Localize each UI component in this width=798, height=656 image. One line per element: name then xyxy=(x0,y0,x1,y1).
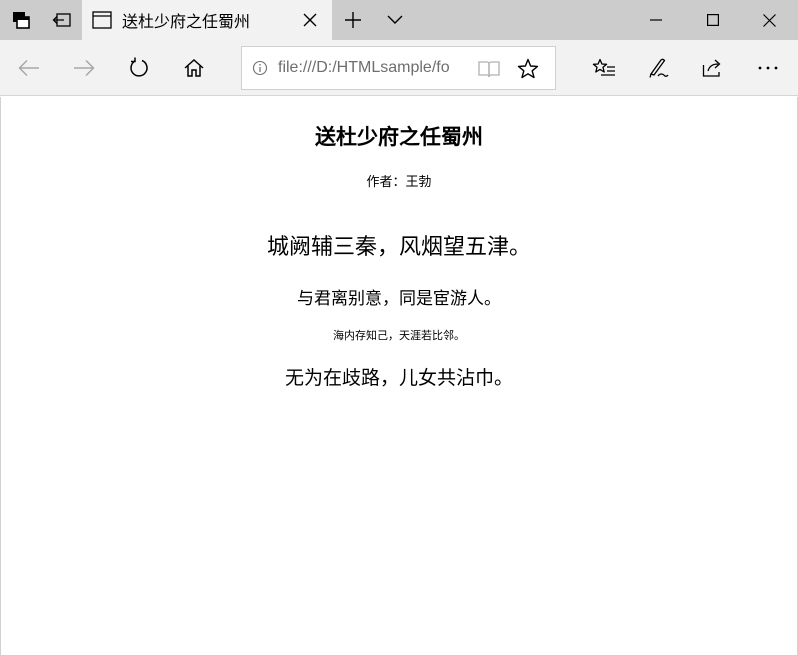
close-window-button[interactable] xyxy=(741,0,798,40)
plus-icon xyxy=(345,12,361,28)
home-button[interactable] xyxy=(167,40,221,96)
favorite-button[interactable] xyxy=(514,57,542,81)
pen-icon xyxy=(649,58,669,78)
active-tab[interactable]: 送杜少府之任蜀州 xyxy=(82,0,332,40)
share-button[interactable] xyxy=(686,40,740,96)
minimize-button[interactable] xyxy=(627,0,684,40)
page-icon xyxy=(92,10,112,30)
titlebar-drag-area[interactable] xyxy=(416,0,627,40)
navigation-bar: file:///D:/HTMLsample/fo xyxy=(0,40,798,96)
show-tabs-aside-button[interactable] xyxy=(41,0,82,40)
share-icon xyxy=(702,59,721,77)
title-bar: 送杜少府之任蜀州 xyxy=(0,0,798,40)
set-tabs-aside-button[interactable] xyxy=(0,0,41,40)
favorites-list-icon xyxy=(592,58,615,76)
info-button[interactable] xyxy=(242,47,278,89)
poem-line-3: 海内存知己，天涯若比邻。 xyxy=(333,329,465,342)
maximize-button[interactable] xyxy=(684,0,741,40)
back-arrow-icon xyxy=(18,59,39,77)
star-icon xyxy=(517,58,539,79)
info-icon xyxy=(252,60,268,76)
more-icon xyxy=(758,66,778,70)
back-button[interactable] xyxy=(2,40,56,96)
poem-line-4: 无为在歧路，儿女共沾巾。 xyxy=(284,367,513,389)
minimize-icon xyxy=(649,19,662,21)
forward-button[interactable] xyxy=(57,40,111,96)
poem-line-1: 城阙辅三秦，风烟望五津。 xyxy=(266,235,531,260)
tab-close-button[interactable] xyxy=(298,8,322,32)
address-bar[interactable]: file:///D:/HTMLsample/fo xyxy=(241,46,556,90)
more-button[interactable] xyxy=(741,40,795,96)
book-icon xyxy=(478,61,500,78)
reading-view-button[interactable] xyxy=(476,57,502,81)
home-icon xyxy=(184,58,204,77)
forward-arrow-icon xyxy=(74,59,95,77)
new-tab-button[interactable] xyxy=(332,0,374,40)
page-content: 送杜少府之任蜀州 作者：王勃 城阙辅三秦，风烟望五津。 与君离别意，同是宦游人。… xyxy=(0,97,798,656)
favorites-hub-button[interactable] xyxy=(577,40,631,96)
chevron-down-icon xyxy=(387,15,403,24)
tabs-stack-icon xyxy=(12,12,30,29)
web-note-button[interactable] xyxy=(631,40,685,96)
poem-line-2: 与君离别意，同是宦游人。 xyxy=(297,289,501,309)
close-icon xyxy=(763,13,776,27)
refresh-icon xyxy=(130,57,148,77)
tab-title: 送杜少府之任蜀州 xyxy=(122,12,251,31)
tabs-aside-icon xyxy=(52,13,71,27)
poem-author: 作者：王勃 xyxy=(366,175,432,190)
tab-preview-button[interactable] xyxy=(374,0,416,40)
refresh-button[interactable] xyxy=(112,40,166,96)
poem-title: 送杜少府之任蜀州 xyxy=(315,125,483,149)
maximize-icon xyxy=(706,14,719,26)
url-text[interactable]: file:///D:/HTMLsample/fo xyxy=(278,59,458,77)
close-icon xyxy=(303,13,317,27)
